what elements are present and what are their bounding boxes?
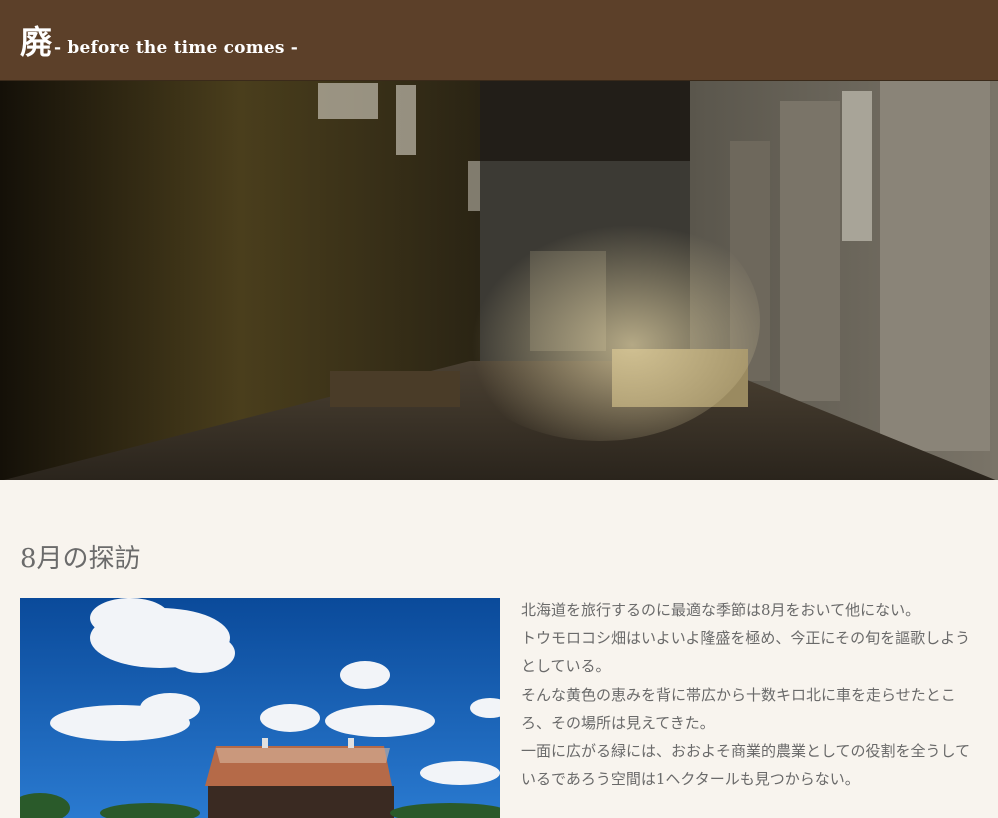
barn-sky-image <box>20 598 500 818</box>
article-text: 北海道を旅行するのに最適な季節は8月をおいて他にない。 トウモロコシ畑はいよいよ… <box>521 596 978 818</box>
site-title-main: 廃 <box>20 23 53 61</box>
article-content: 北海道を旅行するのに最適な季節は8月をおいて他にない。 トウモロコシ畑はいよいよ… <box>0 575 998 818</box>
paragraph: トウモロコシ畑はいよいよ隆盛を極め、今正にその旬を謳歌しようとしている。 <box>521 629 971 676</box>
paragraph: 一面に広がる緑には、おおよそ商業的農業としての役割を全うしているであろう空間は1… <box>521 742 971 789</box>
hero-image <box>0 80 998 480</box>
site-title-subtitle: - before the time comes - <box>54 38 299 58</box>
site-title[interactable]: 廃 - before the time comes - <box>20 17 298 63</box>
paragraph: 北海道を旅行するのに最適な季節は8月をおいて他にない。 <box>521 601 921 619</box>
barn-photo <box>20 598 500 818</box>
site-header: 廃 - before the time comes - <box>0 0 998 80</box>
abandoned-factory-image <box>0 81 998 480</box>
paragraph: そんな黄色の恵みを背に帯広から十数キロ北に車を走らせたところ、その場所は見えてき… <box>521 685 956 732</box>
section-title: 8月の探訪 <box>20 544 141 574</box>
